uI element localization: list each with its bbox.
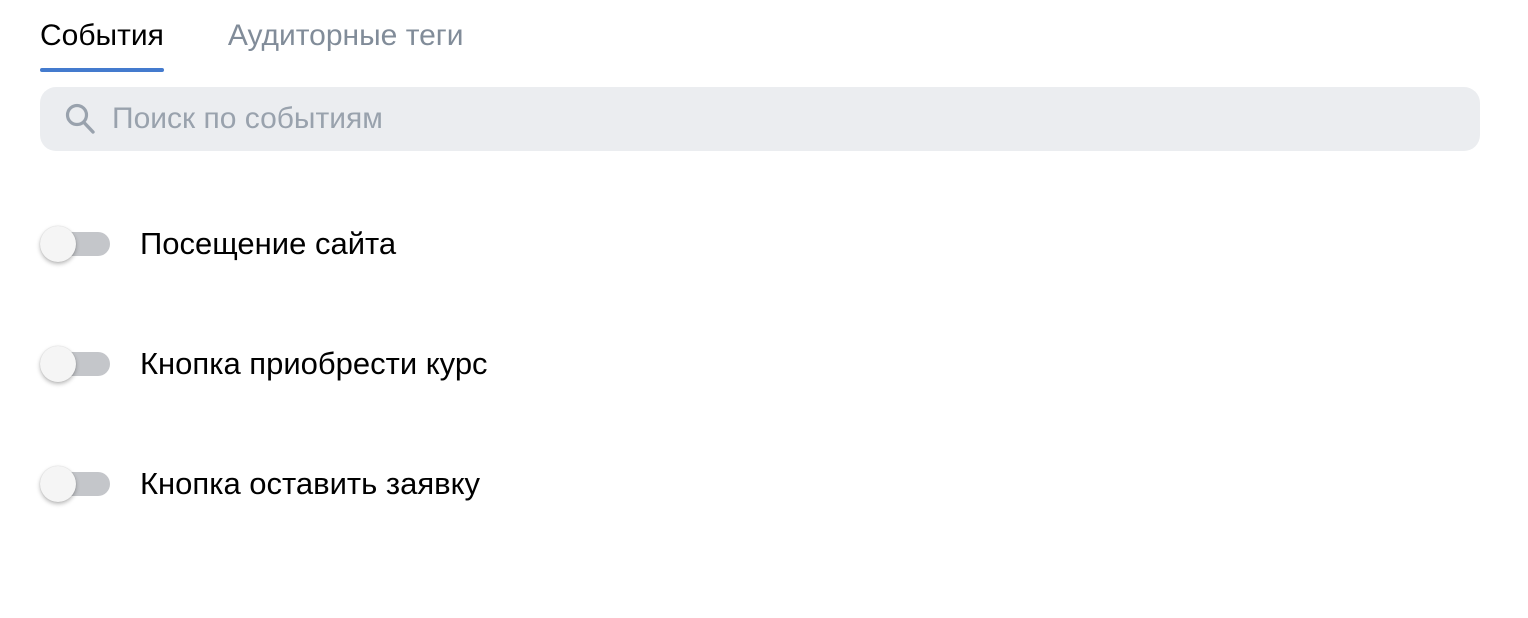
toggle-leave-request-button[interactable]	[40, 464, 112, 504]
event-label-site-visit: Посещение сайта	[140, 226, 397, 261]
event-row-buy-course-button: Кнопка приобрести курс	[40, 344, 488, 384]
events-settings-panel: События Аудиторные теги Посещение сайта …	[0, 0, 1528, 618]
search-input[interactable]	[112, 87, 1452, 151]
toggle-buy-course-button[interactable]	[40, 344, 112, 384]
event-label-buy-course-button: Кнопка приобрести курс	[140, 346, 488, 381]
tab-events[interactable]: События	[40, 0, 164, 72]
toggle-knob	[40, 346, 76, 382]
active-tab-indicator	[40, 68, 164, 72]
tab-bar: События Аудиторные теги	[40, 0, 464, 74]
tab-audience-tags[interactable]: Аудиторные теги	[228, 0, 464, 72]
toggle-knob	[40, 466, 76, 502]
search-icon	[65, 103, 95, 134]
tab-events-label: События	[40, 19, 164, 52]
toggle-knob	[40, 226, 76, 262]
tab-audience-tags-label: Аудиторные теги	[227, 19, 464, 52]
toggle-site-visit[interactable]	[40, 224, 112, 264]
event-label-leave-request-button: Кнопка оставить заявку	[140, 466, 481, 501]
event-row-leave-request-button: Кнопка оставить заявку	[40, 464, 480, 504]
event-row-site-visit: Посещение сайта	[40, 224, 396, 264]
